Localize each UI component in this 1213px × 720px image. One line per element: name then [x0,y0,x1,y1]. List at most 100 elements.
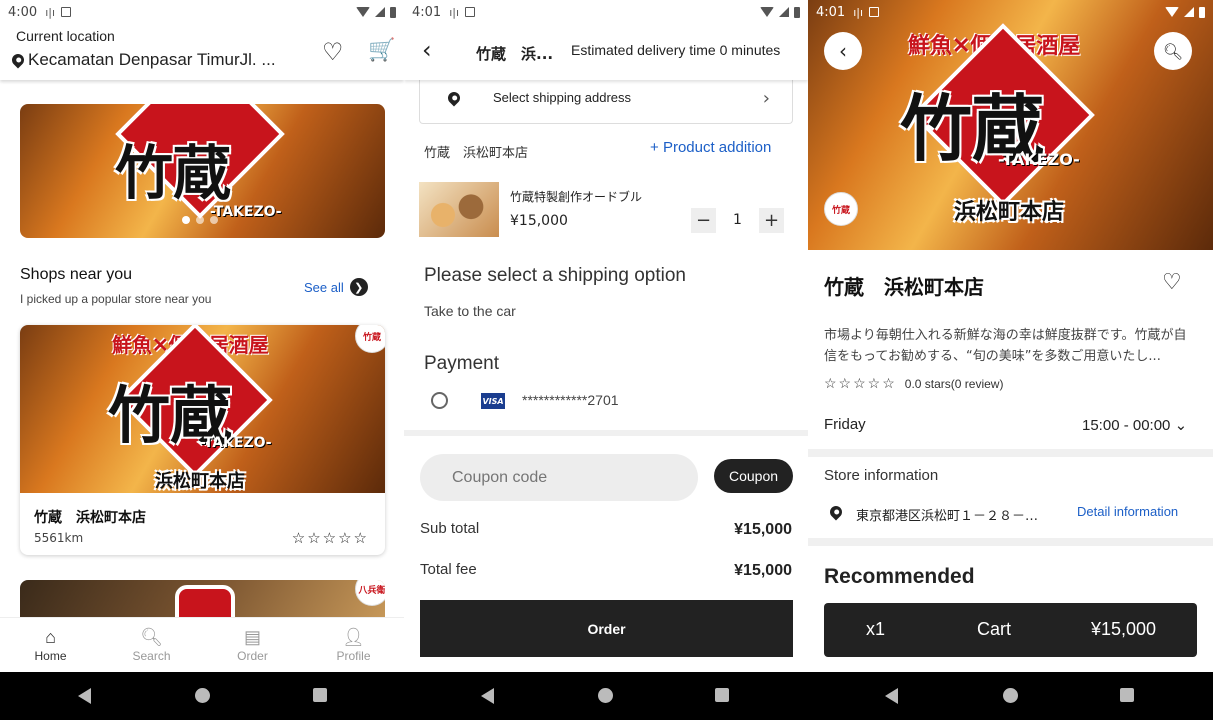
signal-icon [1184,7,1194,17]
wifi-icon [356,7,370,17]
favorite-heart-icon[interactable]: ♡ [1162,270,1182,295]
order-store-name: 竹蔵 浜松町本店 [424,146,529,161]
store-detail-screen: 鮮魚✕個室居酒屋 竹蔵 -TAKEZO- 浜松町本店 竹蔵 4:01 ı|ı ‹… [808,0,1213,672]
nav-home[interactable]: ⌂ Home [0,618,101,672]
signal-icon [779,7,789,17]
shipping-option-title: Please select a shipping option [424,265,686,286]
delivery-eta: Estimated delivery time 0 minutes [571,42,781,58]
business-hours: 15:00 - 00:00 [1082,417,1171,434]
status-bar: 4:01 ı|ı [404,0,808,24]
divider [808,538,1213,546]
cart-icon[interactable]: 🛒 [368,38,395,63]
checkout-screen: 4:01 ı|ı ‹ 竹蔵 浜... Estimated delivery ti… [404,0,808,672]
next-shop-logo: 八兵衛 [355,580,385,606]
shipping-option[interactable]: Take to the car [424,303,516,319]
battery-icon [794,6,800,18]
payment-radio[interactable] [431,392,448,409]
shop-image: 鮮魚✕個室居酒屋 竹蔵 -TAKEZO- 浜松町本店 竹蔵 [20,325,385,493]
nav-order-label: Order [237,649,268,663]
hero-branch: 浜松町本店 [954,199,1065,225]
quantity-decrease-button[interactable]: − [691,208,716,233]
store-address: 東京都港区浜松町１－２８－… [856,509,1039,524]
order-button[interactable]: Order [420,600,793,657]
see-all-label: See all [304,279,344,295]
favorites-heart-icon[interactable]: ♡ [322,38,344,66]
shop-image-branch: 浜松町本店 [155,471,245,492]
cart-bar-button[interactable]: x1 Cart ¥15,000 [824,603,1197,657]
home-icon: ⌂ [45,627,56,647]
back-nav-icon[interactable] [481,688,494,704]
item-thumbnail [419,182,499,237]
coupon-code-input[interactable] [420,454,698,501]
back-arrow-icon[interactable]: ‹ [824,32,862,70]
nav-order[interactable]: ▤ Order [202,618,303,672]
shop-image-subtitle: -TAKEZO- [200,435,272,451]
item-price: ¥15,000 [510,213,568,229]
system-icons [356,6,396,18]
chevron-right-icon: ❯ [349,278,368,296]
notification-icons: ı|ı [449,6,476,19]
business-hours-dropdown[interactable]: 15:00 - 00:00 ⌄ [1082,416,1187,434]
payment-title: Payment [424,353,499,374]
store-logo: 竹蔵 [824,192,858,226]
search-icon: 🔍︎ [140,627,163,647]
home-nav-icon[interactable] [1003,688,1018,703]
location-text: Kecamatan Denpasar TimurJl. ... [28,50,276,69]
battery-icon [1199,6,1205,18]
cart-label: Cart [977,619,1012,639]
shop-logo: 竹蔵 [355,325,385,353]
wifi-icon [760,7,774,17]
store-hero-image: 鮮魚✕個室居酒屋 竹蔵 -TAKEZO- 浜松町本店 竹蔵 [808,0,1213,250]
banner-title: 竹蔵 [115,139,232,207]
product-addition-link[interactable]: + Product addition [650,139,771,156]
back-nav-icon[interactable] [78,688,91,704]
battery-icon [390,6,396,18]
divider [808,449,1213,457]
shipping-address-label: Select shipping address [493,90,632,105]
status-bar: 4:00 ı|ı [0,0,404,24]
coupon-button[interactable]: Coupon [714,459,793,493]
checkout-header: ‹ 竹蔵 浜... Estimated delivery time 0 minu… [404,24,808,80]
search-icon[interactable]: 🔍︎ [1154,32,1192,70]
status-time: 4:01 [816,4,846,20]
order-icon: ▤ [243,627,261,647]
store-info-title: Store information [824,467,939,484]
cart-total: ¥15,000 [1091,619,1157,639]
quantity-increase-button[interactable]: + [759,208,784,233]
hero-subtitle: -TAKEZO- [998,150,1080,169]
card-number: ************2701 [522,392,619,408]
status-time: 4:01 [412,4,442,20]
rating-text: 0.0 stars(0 review) [904,376,1004,391]
location-selector[interactable]: Kecamatan Denpasar TimurJl. ... [12,50,302,70]
back-nav-icon[interactable] [885,688,898,704]
signal-icon [375,7,385,17]
see-all-button[interactable]: See all ❯ [304,278,368,296]
nav-profile-label: Profile [336,649,371,663]
recents-nav-icon[interactable] [1120,688,1134,702]
nav-home-label: Home [34,649,67,663]
profile-icon: 👤︎ [342,627,365,647]
recents-nav-icon[interactable] [313,688,327,702]
detail-information-link[interactable]: Detail information [1077,504,1178,519]
recents-nav-icon[interactable] [715,688,729,702]
visa-card-icon: VISA [481,393,505,409]
nav-profile[interactable]: 👤︎ Profile [303,618,404,672]
shipping-address-selector[interactable]: Select shipping address › [419,78,793,124]
banner-subtitle: -TAKEZO- [210,204,282,220]
home-nav-icon[interactable] [598,688,613,703]
cart-quantity: x1 [866,619,886,639]
promo-banner-image[interactable]: 竹蔵 -TAKEZO- [20,104,385,238]
product-addition-label: Product addition [662,139,772,156]
system-icons [1165,6,1205,18]
status-bar: 4:01 ı|ı [808,0,1213,24]
section-subtitle: I picked up a popular store near you [20,292,212,306]
back-arrow-icon[interactable]: ‹ [422,36,432,64]
shop-rating-stars: ☆☆☆☆☆ [291,529,369,547]
shop-card[interactable]: 鮮魚✕個室居酒屋 竹蔵 -TAKEZO- 浜松町本店 竹蔵 竹蔵 浜松町本店 5… [20,325,385,555]
location-header: Current location Kecamatan Denpasar Timu… [0,24,404,80]
nav-search[interactable]: 🔍︎ Search [101,618,202,672]
shop-name: 竹蔵 浜松町本店 [34,510,146,526]
home-nav-icon[interactable] [195,688,210,703]
wifi-icon [1165,7,1179,17]
business-day: Friday [824,416,866,433]
